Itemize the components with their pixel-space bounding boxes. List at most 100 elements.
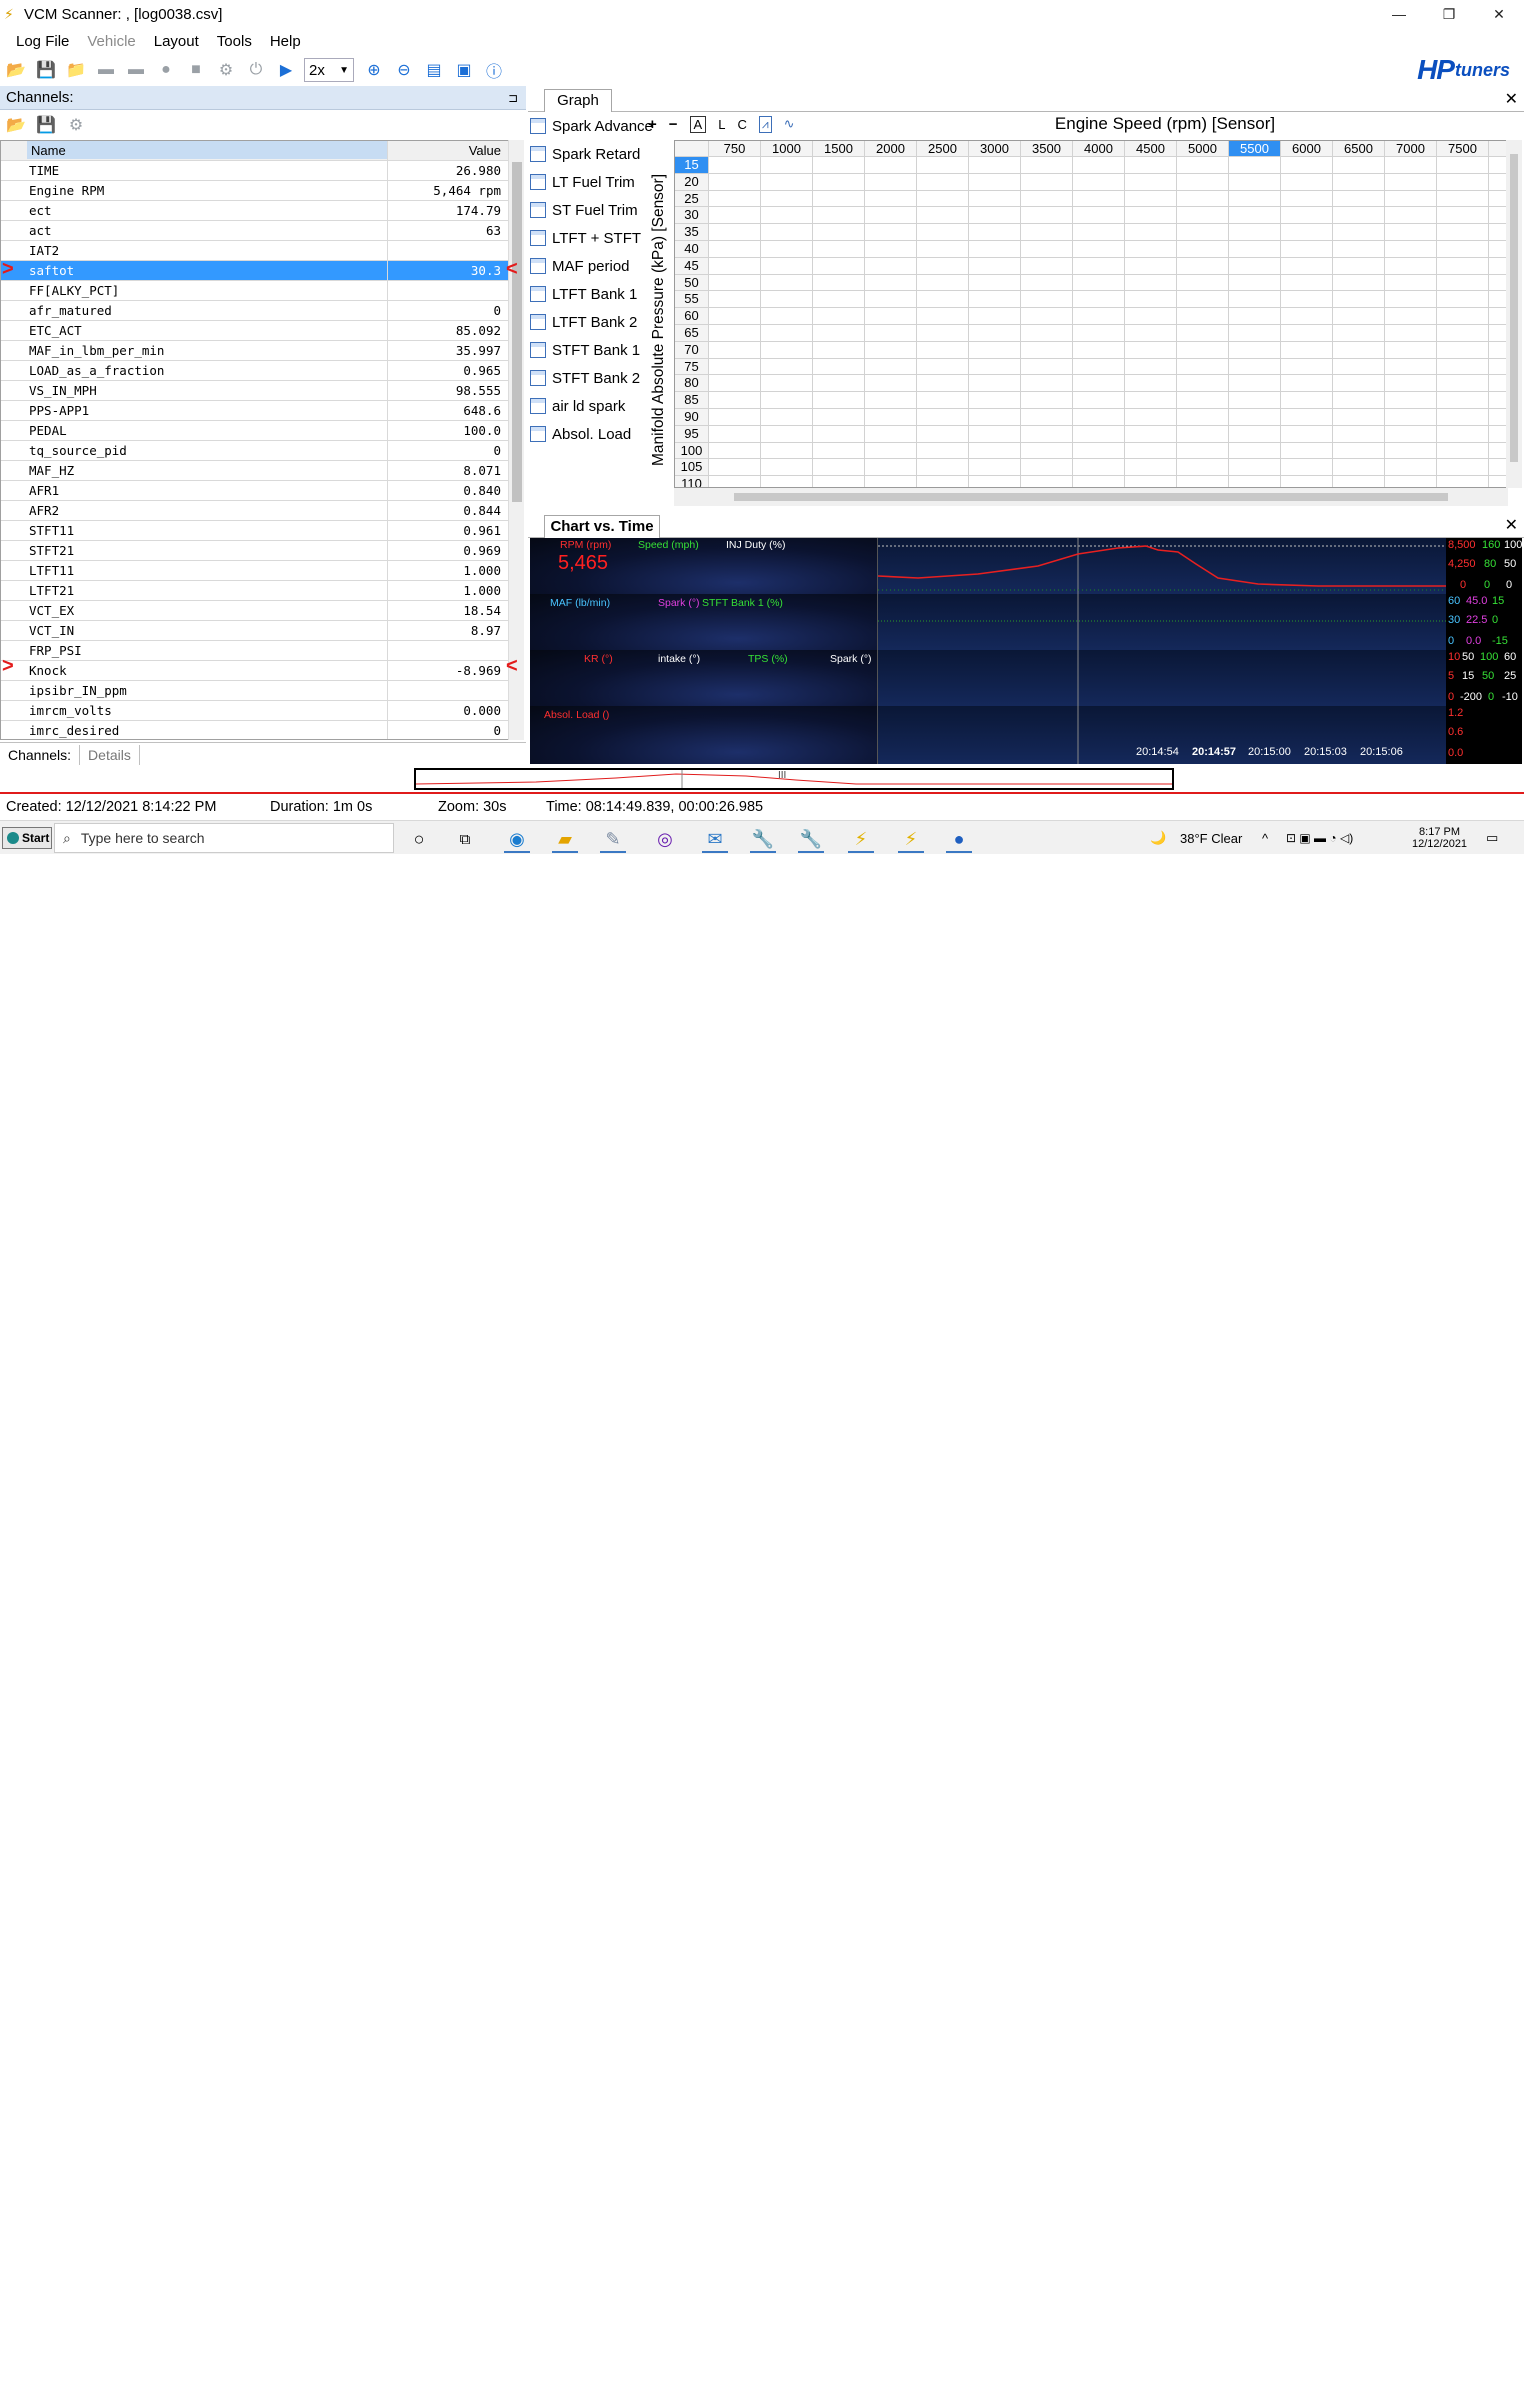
vehicle-connect-icon[interactable]: ▬ bbox=[94, 58, 118, 82]
grid-cell[interactable] bbox=[1125, 173, 1177, 191]
grid-cell[interactable] bbox=[1281, 224, 1333, 241]
grid-cell[interactable] bbox=[813, 375, 865, 393]
grid-cell[interactable] bbox=[1385, 241, 1437, 258]
grid-cell[interactable] bbox=[1021, 375, 1073, 393]
grid-cell[interactable] bbox=[1073, 442, 1125, 460]
grid-cell[interactable] bbox=[1177, 325, 1229, 342]
menu-layout[interactable]: Layout bbox=[154, 33, 199, 50]
taskbar-search[interactable]: ⌕ Type here to search bbox=[54, 823, 394, 853]
chevron-up-icon[interactable]: ^ bbox=[1262, 821, 1268, 855]
grid-cell[interactable] bbox=[1385, 257, 1437, 275]
table-row[interactable]: FF[ALKY_PCT] bbox=[1, 281, 509, 301]
table-row[interactable]: AFR2 0.844 bbox=[1, 501, 509, 521]
grid-cell[interactable] bbox=[1333, 341, 1385, 359]
grid-cell[interactable] bbox=[813, 173, 865, 191]
grid-cell[interactable] bbox=[1125, 442, 1177, 460]
grid-cell[interactable] bbox=[1281, 375, 1333, 393]
grid-cell[interactable] bbox=[1333, 157, 1385, 174]
grid-cell[interactable] bbox=[865, 308, 917, 325]
grid-cell[interactable] bbox=[1229, 341, 1281, 359]
grid-cell[interactable] bbox=[1021, 241, 1073, 258]
grid-cell[interactable] bbox=[865, 358, 917, 376]
grid-cell[interactable] bbox=[1021, 325, 1073, 342]
grid-cell[interactable] bbox=[709, 392, 761, 409]
grid-cell[interactable] bbox=[1229, 224, 1281, 241]
grid-cell[interactable] bbox=[1177, 341, 1229, 359]
grid-cell[interactable] bbox=[1229, 409, 1281, 426]
grid-cell[interactable] bbox=[1229, 476, 1281, 487]
grid-cell[interactable] bbox=[1281, 173, 1333, 191]
grid-cell[interactable] bbox=[1333, 257, 1385, 275]
timeline-overview[interactable]: III bbox=[414, 768, 1174, 790]
c-button[interactable]: C bbox=[737, 117, 746, 132]
grid-cell[interactable] bbox=[761, 308, 813, 325]
grid-cell[interactable] bbox=[1073, 392, 1125, 409]
grid-cell[interactable] bbox=[1177, 409, 1229, 426]
grid-cell[interactable] bbox=[917, 459, 969, 477]
grid-cell[interactable] bbox=[709, 173, 761, 191]
menu-tools[interactable]: Tools bbox=[217, 33, 252, 50]
zoom-in-icon[interactable]: ⊕ bbox=[362, 58, 386, 82]
grid-cell[interactable] bbox=[917, 325, 969, 342]
table-row[interactable]: afr_matured 0 bbox=[1, 301, 509, 321]
table-row[interactable]: Knock -8.969 bbox=[1, 661, 509, 681]
table-row[interactable]: AFR1 0.840 bbox=[1, 481, 509, 501]
table-row[interactable]: saftot 30.3 bbox=[1, 261, 509, 281]
grid-cell[interactable] bbox=[1385, 425, 1437, 443]
grid-cell[interactable] bbox=[1437, 425, 1489, 443]
grid-cell[interactable] bbox=[917, 392, 969, 409]
table-row[interactable]: STFT11 0.961 bbox=[1, 521, 509, 541]
close-button[interactable]: ✕ bbox=[1474, 0, 1524, 28]
tab-channels[interactable]: Channels: bbox=[0, 744, 81, 765]
grid-cell[interactable] bbox=[1281, 459, 1333, 477]
grid-cell[interactable] bbox=[1385, 392, 1437, 409]
grid-cell[interactable] bbox=[917, 224, 969, 241]
grid-cell[interactable] bbox=[917, 274, 969, 292]
grid-cell[interactable] bbox=[761, 173, 813, 191]
grid-cell[interactable] bbox=[1177, 224, 1229, 241]
grid-cell[interactable] bbox=[969, 392, 1021, 409]
grid-cell[interactable] bbox=[1177, 375, 1229, 393]
grid-cell[interactable] bbox=[1385, 190, 1437, 208]
grid-cell[interactable] bbox=[1021, 173, 1073, 191]
grid-cell[interactable] bbox=[1281, 358, 1333, 376]
grid-cell[interactable] bbox=[1333, 325, 1385, 342]
graph-list-item[interactable]: LTFT Bank 2 bbox=[530, 310, 637, 334]
grid-cell[interactable] bbox=[865, 157, 917, 174]
grid-cell[interactable] bbox=[1177, 241, 1229, 258]
grid-cell[interactable] bbox=[917, 173, 969, 191]
graph-list-item[interactable]: Absol. Load bbox=[530, 422, 631, 446]
grid-cell[interactable] bbox=[1125, 274, 1177, 292]
grid-cell[interactable] bbox=[917, 358, 969, 376]
task-view-icon[interactable]: ⧉ bbox=[450, 825, 480, 853]
grid-cell[interactable] bbox=[1437, 257, 1489, 275]
grid-cell[interactable] bbox=[969, 190, 1021, 208]
grid-cell[interactable] bbox=[761, 207, 813, 225]
grid-cell[interactable] bbox=[1177, 308, 1229, 325]
grid-cell[interactable] bbox=[1281, 442, 1333, 460]
table-row[interactable]: FRP_PSI bbox=[1, 641, 509, 661]
save-channels-icon[interactable]: 💾 bbox=[34, 113, 58, 137]
grid-cell[interactable] bbox=[1385, 358, 1437, 376]
grid-cell[interactable] bbox=[865, 341, 917, 359]
wave-icon[interactable]: ∿ bbox=[784, 116, 795, 132]
grid-cell[interactable] bbox=[813, 341, 865, 359]
grid-cell[interactable] bbox=[1177, 476, 1229, 487]
grid-cell[interactable] bbox=[1177, 291, 1229, 309]
grid-cell[interactable] bbox=[813, 409, 865, 426]
grid-cell[interactable] bbox=[917, 308, 969, 325]
grid-cell[interactable] bbox=[1281, 157, 1333, 174]
notification-icon[interactable]: ▭ bbox=[1486, 821, 1498, 855]
scrollbar-thumb[interactable] bbox=[734, 493, 1448, 501]
grid-cell[interactable] bbox=[1333, 173, 1385, 191]
grid-cell[interactable] bbox=[1021, 459, 1073, 477]
grid-cell[interactable] bbox=[1177, 157, 1229, 174]
graph-list-item[interactable]: LT Fuel Trim bbox=[530, 170, 635, 194]
grid-cell[interactable] bbox=[1073, 375, 1125, 393]
grid-cell[interactable] bbox=[1125, 341, 1177, 359]
table-row[interactable]: MAF_in_lbm_per_min 35.997 bbox=[1, 341, 509, 361]
engine-icon[interactable]: ⚙ bbox=[214, 58, 238, 82]
grid-cell[interactable] bbox=[1281, 409, 1333, 426]
tray-icons[interactable]: ⊡ ▣ ▬ ◔ ◁) bbox=[1286, 821, 1353, 855]
grid-cell[interactable] bbox=[1333, 241, 1385, 258]
